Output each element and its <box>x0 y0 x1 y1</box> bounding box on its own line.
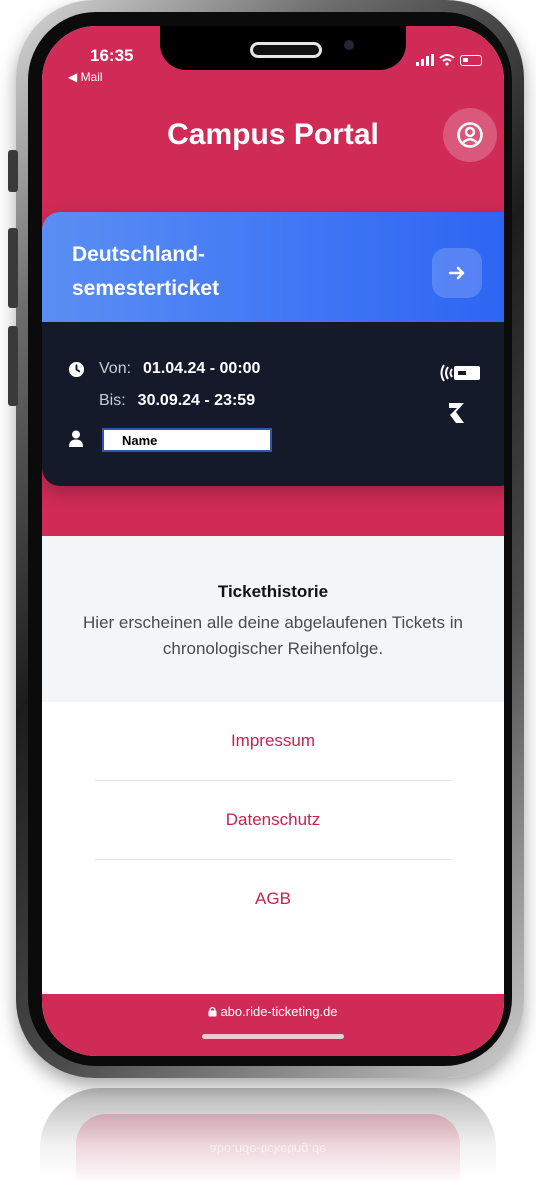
wifi-icon <box>439 54 455 66</box>
datenschutz-link[interactable]: Datenschutz <box>42 781 504 859</box>
valid-to-label: Bis: <box>99 392 126 409</box>
status-icons <box>416 54 482 66</box>
valid-to-row: Bis: 30.09.24 - 23:59 <box>99 392 255 410</box>
phone-screen: 16:35 ◀ Mail Campus Portal Deutschland- … <box>42 26 504 1056</box>
user-circle-icon <box>457 122 483 148</box>
ticket-title-line2: semesterticket <box>72 277 220 300</box>
phone-reflection: abo.ride-ticketing.de <box>40 1088 496 1180</box>
impressum-link[interactable]: Impressum <box>42 702 504 780</box>
volume-up-button <box>8 228 18 308</box>
ticket-history-description: Hier erscheinen alle deine abgelaufenen … <box>83 613 463 658</box>
home-indicator[interactable] <box>202 1034 344 1039</box>
battery-icon <box>460 54 482 66</box>
mute-switch <box>8 150 18 192</box>
valid-from-value: 01.04.24 - 00:00 <box>143 360 261 377</box>
back-to-mail-link[interactable]: ◀ Mail <box>68 70 103 84</box>
agb-link[interactable]: AGB <box>42 860 504 938</box>
speaker <box>250 42 322 58</box>
valid-from-row: Von: 01.04.24 - 00:00 <box>68 360 260 378</box>
valid-from-label: Von: <box>99 360 132 377</box>
profile-button[interactable] <box>443 108 497 162</box>
footer-links: Impressum Datenschutz AGB <box>42 702 504 938</box>
lock-icon <box>208 1006 217 1017</box>
signal-icon <box>416 54 434 66</box>
reflection-url: abo.ride-ticketing.de <box>209 1142 327 1157</box>
passenger-name: Name <box>102 428 272 452</box>
ticket-history-title: Tickethistorie <box>217 582 329 601</box>
open-ticket-button[interactable] <box>432 248 482 298</box>
reflection-screen: abo.ride-ticketing.de <box>76 1114 460 1180</box>
user-icon <box>69 430 83 447</box>
notch <box>160 26 406 70</box>
url-display[interactable]: abo.ride-ticketing.de <box>42 1004 504 1019</box>
ticket-history-section: Tickethistorie Hier erscheinen alle dein… <box>42 536 504 702</box>
page-title: Campus Portal <box>167 118 379 151</box>
clock-icon <box>68 361 85 377</box>
ticket-title-line1: Deutschland- <box>72 243 206 266</box>
valid-to-value: 30.09.24 - 23:59 <box>137 392 256 409</box>
ticket-title: Deutschland- semesterticket <box>72 238 219 306</box>
status-time: 16:35 <box>90 46 134 65</box>
camera <box>344 40 354 50</box>
browser-address-bar[interactable]: abo.ride-ticketing.de <box>42 994 504 1056</box>
volume-down-button <box>8 326 18 406</box>
ticket-card[interactable]: Deutschland- semesterticket Von: 01.04.2… <box>42 212 504 486</box>
header-area: 16:35 ◀ Mail Campus Portal Deutschland- … <box>42 26 504 536</box>
ride-logo-icon <box>449 403 464 423</box>
ticket-details: Von: 01.04.24 - 00:00 Bis: 30.09.24 - 23… <box>42 322 504 486</box>
arrow-right-icon <box>448 266 465 280</box>
ticket-header: Deutschland- semesterticket <box>42 212 504 322</box>
url-text: abo.ride-ticketing.de <box>220 1004 338 1019</box>
nfc-card-icon <box>440 364 480 382</box>
